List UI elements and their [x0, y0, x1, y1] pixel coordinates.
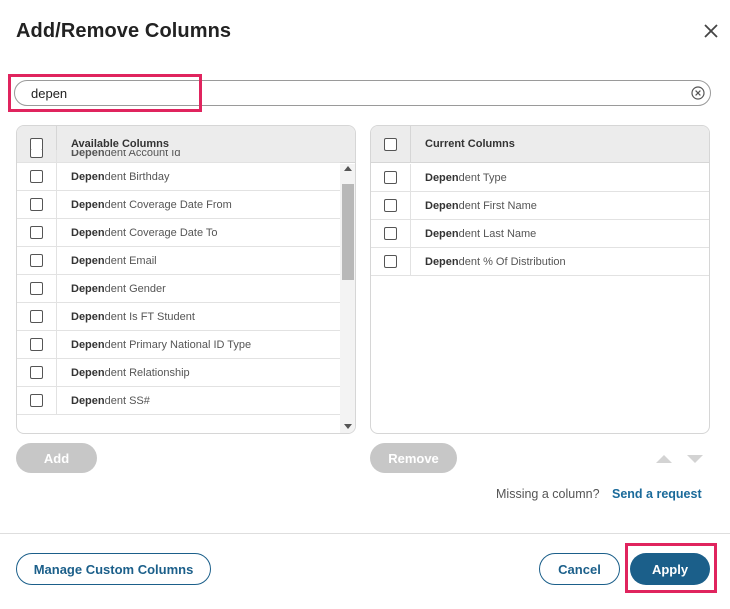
item-checkbox[interactable]: [384, 227, 397, 240]
dialog-title: Add/Remove Columns: [16, 20, 232, 42]
list-item[interactable]: Dependent Account Id: [17, 150, 340, 163]
item-checkbox[interactable]: [30, 394, 43, 407]
item-label: Dependent % Of Distribution: [425, 255, 566, 268]
item-label: Dependent Type: [425, 171, 507, 184]
item-label: Dependent Is FT Student: [71, 310, 195, 323]
current-columns-panel: Current Columns Dependent Type Dependent …: [370, 125, 710, 434]
item-checkbox[interactable]: [30, 254, 43, 267]
search-input[interactable]: [31, 84, 671, 102]
item-label: Dependent First Name: [425, 199, 537, 212]
item-label: Dependent Last Name: [425, 227, 537, 240]
item-label: Dependent SS#: [71, 394, 150, 407]
list-item[interactable]: Dependent Email: [17, 247, 340, 275]
missing-column-text: Missing a column?: [496, 487, 600, 501]
list-item[interactable]: Dependent Is FT Student: [17, 303, 340, 331]
item-checkbox[interactable]: [30, 310, 43, 323]
select-all-available-checkbox[interactable]: [30, 137, 43, 151]
item-checkbox[interactable]: [384, 171, 397, 184]
list-item[interactable]: Dependent Primary National ID Type: [17, 331, 340, 359]
available-scrollbar[interactable]: [340, 164, 355, 433]
list-item[interactable]: Dependent First Name: [371, 192, 709, 220]
scroll-down-arrow-icon[interactable]: [344, 424, 352, 429]
item-label: Dependent Relationship: [71, 366, 190, 379]
available-columns-title: Available Columns: [71, 138, 170, 150]
add-button[interactable]: Add: [16, 443, 97, 473]
item-checkbox[interactable]: [30, 366, 43, 379]
item-checkbox[interactable]: [384, 255, 397, 268]
available-columns-panel: Available Columns Dependent Account Id D…: [16, 125, 356, 434]
list-item[interactable]: Dependent SS#: [17, 387, 340, 415]
item-label: Dependent Coverage Date To: [71, 226, 218, 239]
item-label: Dependent Primary National ID Type: [71, 338, 252, 351]
manage-custom-columns-button[interactable]: Manage Custom Columns: [16, 553, 211, 585]
current-columns-list: Dependent Type Dependent First Name Depend…: [371, 164, 709, 276]
cancel-button[interactable]: Cancel: [539, 553, 620, 585]
scroll-up-arrow-icon[interactable]: [344, 166, 352, 171]
send-request-link[interactable]: Send a request: [612, 487, 702, 501]
current-columns-header: Current Columns: [371, 126, 709, 163]
list-item[interactable]: Dependent Last Name: [371, 220, 709, 248]
select-all-current-checkbox[interactable]: [384, 137, 397, 151]
item-checkbox[interactable]: [30, 170, 43, 183]
list-item[interactable]: Dependent Coverage Date To: [17, 219, 340, 247]
close-icon[interactable]: [700, 20, 722, 42]
item-checkbox[interactable]: [30, 338, 43, 351]
item-label: Dependent Coverage Date From: [71, 198, 232, 211]
remove-button[interactable]: Remove: [370, 443, 457, 473]
scroll-thumb[interactable]: [342, 184, 354, 280]
list-item[interactable]: Dependent % Of Distribution: [371, 248, 709, 276]
item-label: Dependent Birthday: [71, 170, 170, 183]
list-item[interactable]: Dependent Relationship: [17, 359, 340, 387]
search-field[interactable]: [14, 80, 711, 106]
move-up-icon[interactable]: [656, 455, 672, 463]
item-checkbox[interactable]: [30, 150, 43, 158]
move-down-icon[interactable]: [687, 455, 703, 463]
current-columns-title: Current Columns: [425, 138, 515, 150]
item-checkbox[interactable]: [384, 199, 397, 212]
list-item[interactable]: Dependent Coverage Date From: [17, 191, 340, 219]
item-label: Dependent Email: [71, 254, 157, 267]
item-checkbox[interactable]: [30, 226, 43, 239]
item-label: Dependent Gender: [71, 282, 166, 295]
apply-button[interactable]: Apply: [630, 553, 710, 585]
available-columns-list: Dependent Account Id Dependent Birthday D…: [17, 150, 340, 433]
list-item[interactable]: Dependent Gender: [17, 275, 340, 303]
item-checkbox[interactable]: [30, 282, 43, 295]
footer-divider: [0, 533, 730, 534]
list-item[interactable]: Dependent Type: [371, 164, 709, 192]
clear-circle-icon[interactable]: [691, 86, 705, 100]
item-checkbox[interactable]: [30, 198, 43, 211]
list-item[interactable]: Dependent Birthday: [17, 163, 340, 191]
